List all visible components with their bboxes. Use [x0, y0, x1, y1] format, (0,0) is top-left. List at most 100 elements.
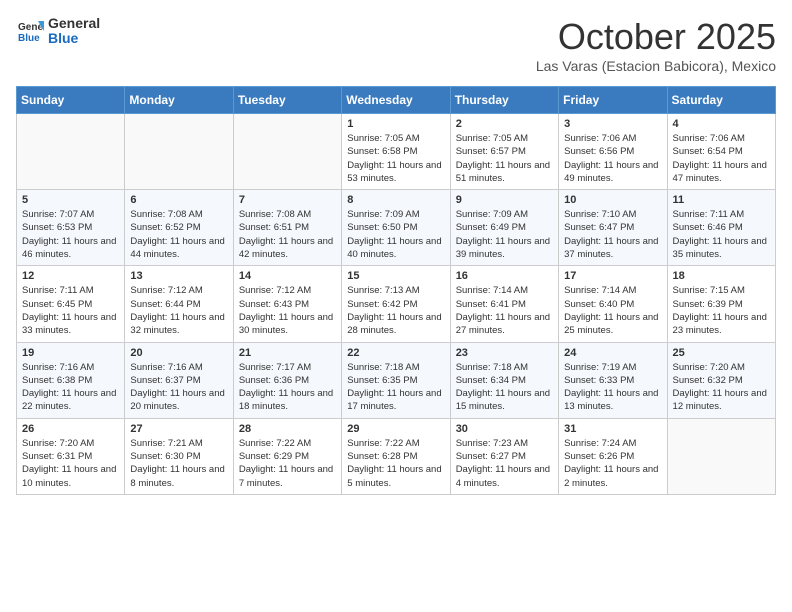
- day-number: 19: [22, 347, 119, 359]
- day-info: Sunrise: 7:05 AM Sunset: 6:57 PM Dayligh…: [456, 132, 553, 185]
- weekday-header: Saturday: [667, 87, 775, 114]
- logo-blue-text: Blue: [48, 31, 100, 46]
- calendar-cell: 29 Sunrise: 7:22 AM Sunset: 6:28 PM Dayli…: [342, 418, 450, 494]
- day-number: 10: [564, 194, 661, 206]
- day-info: Sunrise: 7:22 AM Sunset: 6:28 PM Dayligh…: [347, 437, 444, 490]
- calendar-cell: 19 Sunrise: 7:16 AM Sunset: 6:38 PM Dayli…: [17, 342, 125, 418]
- page-header: General Blue General Blue October 2025 L…: [16, 16, 776, 74]
- calendar-cell: 13 Sunrise: 7:12 AM Sunset: 6:44 PM Dayli…: [125, 266, 233, 342]
- day-info: Sunrise: 7:08 AM Sunset: 6:51 PM Dayligh…: [239, 208, 336, 261]
- svg-text:Blue: Blue: [18, 33, 40, 44]
- day-number: 29: [347, 423, 444, 435]
- day-info: Sunrise: 7:11 AM Sunset: 6:45 PM Dayligh…: [22, 284, 119, 337]
- day-info: Sunrise: 7:08 AM Sunset: 6:52 PM Dayligh…: [130, 208, 227, 261]
- day-number: 12: [22, 270, 119, 282]
- calendar-cell: 6 Sunrise: 7:08 AM Sunset: 6:52 PM Daylig…: [125, 190, 233, 266]
- day-info: Sunrise: 7:16 AM Sunset: 6:37 PM Dayligh…: [130, 361, 227, 414]
- day-number: 18: [673, 270, 770, 282]
- weekday-header-row: SundayMondayTuesdayWednesdayThursdayFrid…: [17, 87, 776, 114]
- day-info: Sunrise: 7:19 AM Sunset: 6:33 PM Dayligh…: [564, 361, 661, 414]
- calendar-cell: 9 Sunrise: 7:09 AM Sunset: 6:49 PM Daylig…: [450, 190, 558, 266]
- day-info: Sunrise: 7:14 AM Sunset: 6:41 PM Dayligh…: [456, 284, 553, 337]
- month-title: October 2025: [536, 16, 776, 58]
- day-number: 9: [456, 194, 553, 206]
- logo: General Blue General Blue: [16, 16, 100, 47]
- day-info: Sunrise: 7:16 AM Sunset: 6:38 PM Dayligh…: [22, 361, 119, 414]
- day-number: 6: [130, 194, 227, 206]
- calendar-cell: 17Sunrise: 7:14 AM Sunset: 6:40 PM Dayli…: [559, 266, 667, 342]
- calendar-cell: 12 Sunrise: 7:11 AM Sunset: 6:45 PM Dayli…: [17, 266, 125, 342]
- calendar-cell: 31Sunrise: 7:24 AM Sunset: 6:26 PM Dayli…: [559, 418, 667, 494]
- day-info: Sunrise: 7:15 AM Sunset: 6:39 PM Dayligh…: [673, 284, 770, 337]
- calendar-week-row: 12 Sunrise: 7:11 AM Sunset: 6:45 PM Dayli…: [17, 266, 776, 342]
- day-info: Sunrise: 7:10 AM Sunset: 6:47 PM Dayligh…: [564, 208, 661, 261]
- title-block: October 2025 Las Varas (Estacion Babicor…: [536, 16, 776, 74]
- calendar-cell: 20 Sunrise: 7:16 AM Sunset: 6:37 PM Dayli…: [125, 342, 233, 418]
- day-number: 1: [347, 118, 444, 130]
- day-info: Sunrise: 7:23 AM Sunset: 6:27 PM Dayligh…: [456, 437, 553, 490]
- day-number: 13: [130, 270, 227, 282]
- day-info: Sunrise: 7:06 AM Sunset: 6:54 PM Dayligh…: [673, 132, 770, 185]
- day-number: 25: [673, 347, 770, 359]
- day-number: 4: [673, 118, 770, 130]
- calendar-cell: 23Sunrise: 7:18 AM Sunset: 6:34 PM Dayli…: [450, 342, 558, 418]
- calendar-cell: 15Sunrise: 7:13 AM Sunset: 6:42 PM Dayli…: [342, 266, 450, 342]
- day-info: Sunrise: 7:17 AM Sunset: 6:36 PM Dayligh…: [239, 361, 336, 414]
- calendar-cell: 16Sunrise: 7:14 AM Sunset: 6:41 PM Dayli…: [450, 266, 558, 342]
- day-info: Sunrise: 7:14 AM Sunset: 6:40 PM Dayligh…: [564, 284, 661, 337]
- day-number: 11: [673, 194, 770, 206]
- calendar-cell: [667, 418, 775, 494]
- location-text: Las Varas (Estacion Babicora), Mexico: [536, 58, 776, 74]
- day-info: Sunrise: 7:20 AM Sunset: 6:31 PM Dayligh…: [22, 437, 119, 490]
- day-info: Sunrise: 7:05 AM Sunset: 6:58 PM Dayligh…: [347, 132, 444, 185]
- day-number: 5: [22, 194, 119, 206]
- day-number: 7: [239, 194, 336, 206]
- calendar-cell: [233, 114, 341, 190]
- weekday-header: Wednesday: [342, 87, 450, 114]
- calendar-cell: 4 Sunrise: 7:06 AM Sunset: 6:54 PM Daylig…: [667, 114, 775, 190]
- calendar-cell: 2 Sunrise: 7:05 AM Sunset: 6:57 PM Daylig…: [450, 114, 558, 190]
- calendar-cell: 26 Sunrise: 7:20 AM Sunset: 6:31 PM Dayli…: [17, 418, 125, 494]
- day-number: 14: [239, 270, 336, 282]
- day-number: 28: [239, 423, 336, 435]
- day-info: Sunrise: 7:18 AM Sunset: 6:35 PM Dayligh…: [347, 361, 444, 414]
- day-info: Sunrise: 7:12 AM Sunset: 6:44 PM Dayligh…: [130, 284, 227, 337]
- calendar-cell: [125, 114, 233, 190]
- calendar-cell: 30Sunrise: 7:23 AM Sunset: 6:27 PM Dayli…: [450, 418, 558, 494]
- weekday-header: Monday: [125, 87, 233, 114]
- calendar-cell: [17, 114, 125, 190]
- logo-icon: General Blue: [16, 17, 44, 45]
- weekday-header: Friday: [559, 87, 667, 114]
- calendar-cell: 11 Sunrise: 7:11 AM Sunset: 6:46 PM Dayli…: [667, 190, 775, 266]
- day-info: Sunrise: 7:20 AM Sunset: 6:32 PM Dayligh…: [673, 361, 770, 414]
- day-number: 20: [130, 347, 227, 359]
- logo-general-text: General: [48, 16, 100, 31]
- calendar-cell: 27 Sunrise: 7:21 AM Sunset: 6:30 PM Dayli…: [125, 418, 233, 494]
- day-number: 22: [347, 347, 444, 359]
- day-number: 8: [347, 194, 444, 206]
- calendar-cell: 21 Sunrise: 7:17 AM Sunset: 6:36 PM Dayli…: [233, 342, 341, 418]
- calendar-week-row: 1 Sunrise: 7:05 AM Sunset: 6:58 PM Daylig…: [17, 114, 776, 190]
- day-info: Sunrise: 7:06 AM Sunset: 6:56 PM Dayligh…: [564, 132, 661, 185]
- day-info: Sunrise: 7:13 AM Sunset: 6:42 PM Dayligh…: [347, 284, 444, 337]
- calendar-table: SundayMondayTuesdayWednesdayThursdayFrid…: [16, 86, 776, 495]
- day-number: 24: [564, 347, 661, 359]
- calendar-cell: 7 Sunrise: 7:08 AM Sunset: 6:51 PM Daylig…: [233, 190, 341, 266]
- day-info: Sunrise: 7:07 AM Sunset: 6:53 PM Dayligh…: [22, 208, 119, 261]
- day-number: 21: [239, 347, 336, 359]
- calendar-cell: 8 Sunrise: 7:09 AM Sunset: 6:50 PM Daylig…: [342, 190, 450, 266]
- day-info: Sunrise: 7:09 AM Sunset: 6:50 PM Dayligh…: [347, 208, 444, 261]
- day-info: Sunrise: 7:11 AM Sunset: 6:46 PM Dayligh…: [673, 208, 770, 261]
- day-info: Sunrise: 7:09 AM Sunset: 6:49 PM Dayligh…: [456, 208, 553, 261]
- day-number: 26: [22, 423, 119, 435]
- day-info: Sunrise: 7:22 AM Sunset: 6:29 PM Dayligh…: [239, 437, 336, 490]
- day-number: 3: [564, 118, 661, 130]
- day-number: 27: [130, 423, 227, 435]
- day-number: 31: [564, 423, 661, 435]
- weekday-header: Sunday: [17, 87, 125, 114]
- day-number: 2: [456, 118, 553, 130]
- day-info: Sunrise: 7:21 AM Sunset: 6:30 PM Dayligh…: [130, 437, 227, 490]
- calendar-cell: 22 Sunrise: 7:18 AM Sunset: 6:35 PM Dayli…: [342, 342, 450, 418]
- calendar-week-row: 19 Sunrise: 7:16 AM Sunset: 6:38 PM Dayli…: [17, 342, 776, 418]
- calendar-week-row: 26 Sunrise: 7:20 AM Sunset: 6:31 PM Dayli…: [17, 418, 776, 494]
